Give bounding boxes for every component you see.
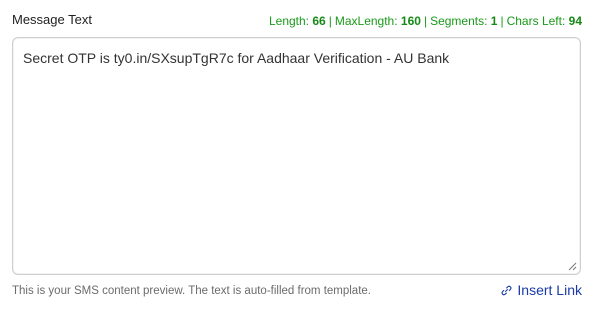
- message-text-content[interactable]: Secret OTP is ty0.in/SXsupTgR7c for Aadh…: [23, 49, 570, 67]
- stats-separator: |: [423, 14, 428, 28]
- stats-separator: |: [500, 14, 504, 28]
- insert-link-label: Insert Link: [517, 282, 582, 298]
- chars-left-label: Chars Left:: [506, 14, 566, 28]
- segments-label: Segments:: [430, 14, 488, 28]
- message-text-label: Message Text: [12, 12, 92, 27]
- message-textarea[interactable]: Secret OTP is ty0.in/SXsupTgR7c for Aadh…: [12, 37, 581, 275]
- max-length-label: MaxLength:: [334, 14, 398, 28]
- stats-separator: |: [328, 14, 332, 28]
- resize-handle-icon[interactable]: [568, 262, 577, 271]
- chars-left-value: 94: [568, 14, 582, 28]
- link-icon: [501, 285, 512, 295]
- length-value: 66: [312, 14, 326, 28]
- message-text-panel: Message Text Length: 66 | MaxLength: 160 | S…: [0, 0, 591, 317]
- message-stats: Length: 66 | MaxLength: 160 | Segments: 1 | Ch…: [269, 14, 582, 28]
- insert-link-button[interactable]: Insert Link: [501, 282, 582, 298]
- length-label: Length:: [268, 14, 310, 28]
- max-length-value: 160: [400, 14, 421, 28]
- preview-hint-text: This is your SMS content preview. The te…: [12, 285, 371, 297]
- segments-value: 1: [490, 14, 498, 28]
